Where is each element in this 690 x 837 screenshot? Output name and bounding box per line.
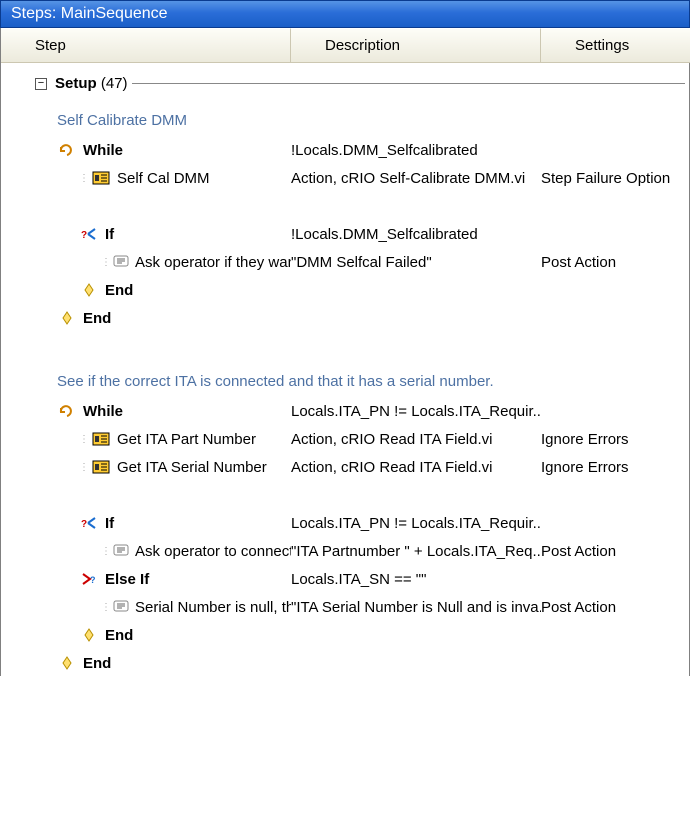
end-block-icon — [57, 310, 77, 326]
while-loop-icon — [57, 142, 77, 158]
step-desc: "ITA Partnumber " + Locals.ITA_Req... — [291, 543, 541, 560]
step-desc: !Locals.DMM_Selfcalibrated — [291, 142, 541, 159]
group-divider — [132, 83, 685, 84]
step-settings: Ignore Errors — [541, 459, 690, 476]
step-name: Else If — [105, 571, 149, 588]
message-popup-icon — [113, 254, 129, 270]
tree-line-icon: ⋮ — [79, 462, 89, 473]
message-popup-icon — [113, 599, 129, 615]
step-name: End — [105, 282, 133, 299]
step-row[interactable]: ⋮ Get ITA Part Number Action, cRIO Read I… — [1, 424, 690, 452]
step-desc: "DMM Selfcal Failed" — [291, 254, 541, 271]
title-text: Steps: MainSequence — [11, 5, 168, 22]
step-row[interactable]: End — [1, 275, 690, 303]
elseif-branch-icon: ? — [79, 571, 99, 587]
step-name: Serial Number is null, therefo... — [135, 599, 291, 616]
step-row[interactable]: ⋮ Ask operator to connect the ... "ITA Pa… — [1, 536, 690, 564]
svg-text:?: ? — [90, 575, 96, 585]
step-row[interactable]: ? If Locals.ITA_PN != Locals.ITA_Requir..… — [1, 508, 690, 536]
step-desc: !Locals.DMM_Selfcalibrated — [291, 226, 541, 243]
step-settings: Ignore Errors — [541, 431, 690, 448]
step-row[interactable]: End — [1, 303, 690, 331]
step-row[interactable]: ⋮ Self Cal DMM Action, cRIO Self-Calibrat… — [1, 163, 690, 191]
step-name: End — [105, 627, 133, 644]
step-row[interactable]: ⋮ Serial Number is null, therefo... "ITA … — [1, 592, 690, 620]
tree-line-icon: ⋮ — [101, 546, 111, 557]
step-settings: Step Failure Option — [541, 170, 690, 187]
step-desc: Locals.ITA_PN != Locals.ITA_Requir... — [291, 515, 541, 532]
svg-text:?: ? — [81, 519, 87, 530]
step-row[interactable]: ⋮ Get ITA Serial Number Action, cRIO Read… — [1, 452, 690, 480]
step-settings: Post Action — [541, 254, 690, 271]
step-name: End — [83, 310, 111, 327]
comment-selfcal[interactable]: Self Calibrate DMM — [1, 98, 690, 135]
end-block-icon — [79, 627, 99, 643]
collapse-icon[interactable]: − — [35, 78, 47, 90]
step-desc: Action, cRIO Read ITA Field.vi — [291, 459, 541, 476]
step-name: While — [83, 403, 123, 420]
step-name: Get ITA Serial Number — [117, 459, 267, 476]
end-block-icon — [79, 282, 99, 298]
if-branch-icon: ? — [79, 515, 99, 531]
step-row[interactable]: End — [1, 620, 690, 648]
step-name: Ask operator if they want to r... — [135, 254, 291, 271]
step-desc: Action, cRIO Read ITA Field.vi — [291, 431, 541, 448]
step-row[interactable]: ⋮ Ask operator if they want to r... "DMM … — [1, 247, 690, 275]
action-vi-icon — [91, 170, 111, 186]
window-title: Steps: MainSequence — [0, 0, 690, 28]
step-name: Get ITA Part Number — [117, 431, 256, 448]
step-desc: Locals.ITA_PN != Locals.ITA_Requir... — [291, 403, 541, 420]
message-popup-icon — [113, 543, 129, 559]
step-name: Self Cal DMM — [117, 170, 210, 187]
group-name: Setup — [55, 75, 97, 92]
step-name: End — [83, 655, 111, 672]
step-name: While — [83, 142, 123, 159]
tree-line-icon: ⋮ — [79, 173, 89, 184]
group-count: (47) — [101, 75, 128, 92]
while-loop-icon — [57, 403, 77, 419]
col-step[interactable]: Step — [1, 28, 291, 63]
step-desc: Locals.ITA_SN == "" — [291, 571, 541, 588]
svg-text:?: ? — [81, 230, 87, 241]
step-settings: Post Action — [541, 599, 690, 616]
step-row[interactable]: While !Locals.DMM_Selfcalibrated — [1, 135, 690, 163]
step-settings: Post Action — [541, 543, 690, 560]
group-header-setup[interactable]: − Setup (47) — [1, 75, 690, 98]
step-row[interactable]: ? Else If Locals.ITA_SN == "" — [1, 564, 690, 592]
if-branch-icon: ? — [79, 226, 99, 242]
tree-line-icon: ⋮ — [101, 257, 111, 268]
step-row[interactable]: End — [1, 648, 690, 676]
step-name: If — [105, 515, 114, 532]
step-row[interactable]: ? If !Locals.DMM_Selfcalibrated — [1, 219, 690, 247]
action-vi-icon — [91, 431, 111, 447]
step-name: Ask operator to connect the ... — [135, 543, 291, 560]
comment-ita[interactable]: See if the correct ITA is connected and … — [1, 359, 690, 396]
step-desc: Action, cRIO Self-Calibrate DMM.vi — [291, 170, 541, 187]
col-settings[interactable]: Settings — [541, 28, 690, 63]
step-name: If — [105, 226, 114, 243]
col-description[interactable]: Description — [291, 28, 541, 63]
action-vi-icon — [91, 459, 111, 475]
tree-line-icon: ⋮ — [79, 434, 89, 445]
steps-grid: Step Description Settings − Setup (47) S… — [0, 28, 690, 676]
tree-line-icon: ⋮ — [101, 602, 111, 613]
end-block-icon — [57, 655, 77, 671]
step-desc: "ITA Serial Number is Null and is inva..… — [291, 599, 541, 616]
step-row[interactable]: While Locals.ITA_PN != Locals.ITA_Requir… — [1, 396, 690, 424]
